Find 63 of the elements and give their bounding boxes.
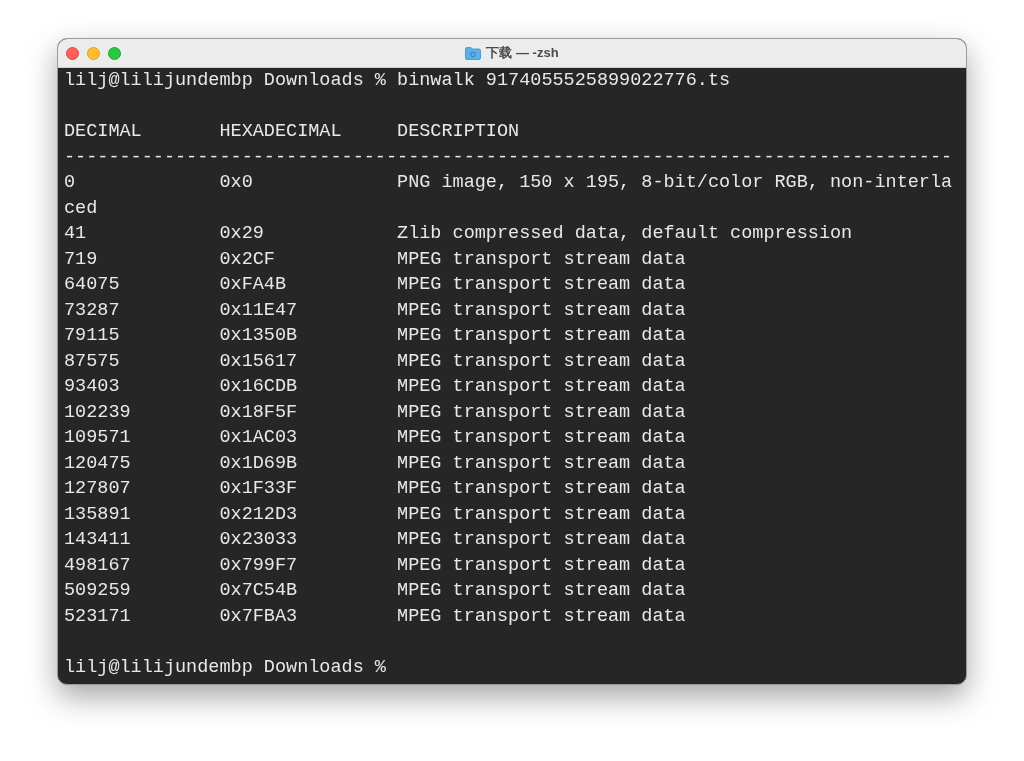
table-cell: 87575 bbox=[64, 350, 120, 372]
table-cell: HEXADECIMAL bbox=[219, 121, 342, 142]
table-cell: MPEG transport stream data bbox=[397, 299, 686, 321]
table-cell: 0x2CF bbox=[219, 248, 275, 270]
table-cell: PNG image, 150 x 195, 8-bit/color RGB, non-interla bbox=[397, 172, 953, 193]
table-cell: 0x799F7 bbox=[219, 554, 298, 576]
table-cell: 41 bbox=[64, 223, 87, 244]
table-cell: 0x29 bbox=[219, 223, 264, 244]
table-cell: 79115 bbox=[64, 325, 120, 346]
table-cell: 509259 bbox=[64, 580, 131, 601]
table-cell: 0x212D3 bbox=[219, 503, 298, 525]
table-cell: 102239 bbox=[64, 401, 131, 423]
table-cell: 143411 bbox=[64, 529, 131, 550]
table-cell: MPEG transport stream data bbox=[397, 325, 686, 346]
table-cell: MPEG transport stream data bbox=[397, 554, 686, 576]
table-cell: MPEG transport stream data bbox=[397, 401, 686, 423]
table-cell: 135891 bbox=[64, 503, 131, 525]
table-cell: 0 bbox=[64, 172, 76, 193]
window-title: 下载 — -zsh bbox=[486, 44, 559, 63]
table-cell: 0x11E47 bbox=[219, 299, 298, 321]
table-cell: MPEG transport stream data bbox=[397, 248, 686, 270]
table-cell: 0x1D69B bbox=[219, 452, 298, 474]
close-button[interactable] bbox=[66, 47, 79, 60]
table-cell: 93403 bbox=[64, 376, 120, 397]
table-cell: 0xFA4B bbox=[219, 274, 287, 295]
table-cell: MPEG transport stream data bbox=[397, 427, 686, 448]
table-cell: 498167 bbox=[64, 554, 131, 576]
table-cell: Zlib compressed data, default compression bbox=[397, 223, 853, 244]
terminal-line: -------------------------------------------------------------------------------- bbox=[64, 145, 953, 170]
table-cell: MPEG transport stream data bbox=[397, 605, 686, 627]
table-cell: MPEG transport stream data bbox=[397, 452, 686, 474]
zoom-button[interactable] bbox=[108, 47, 121, 60]
minimize-button[interactable] bbox=[87, 47, 100, 60]
table-cell: 0x7C54B bbox=[219, 580, 298, 601]
table-cell: MPEG transport stream data bbox=[397, 478, 686, 499]
terminal-line: ced bbox=[64, 196, 98, 221]
table-cell: MPEG transport stream data bbox=[397, 376, 686, 397]
table-cell: 0x1350B bbox=[219, 325, 298, 346]
table-cell: 0x7FBA3 bbox=[219, 605, 298, 627]
table-cell: 0x15617 bbox=[219, 350, 298, 372]
terminal-line: lilj@lilijundembp Downloads % binwalk 9174055525899022776.ts bbox=[64, 69, 731, 93]
table-cell: DECIMAL bbox=[64, 121, 142, 142]
table-cell: 0x1AC03 bbox=[219, 427, 298, 448]
folder-icon bbox=[465, 46, 482, 60]
terminal-line: lilj@lilijundembp Downloads % bbox=[64, 655, 386, 680]
table-cell: DESCRIPTION bbox=[397, 121, 520, 142]
table-cell: 523171 bbox=[64, 605, 131, 627]
table-cell: 127807 bbox=[64, 478, 131, 499]
table-cell: MPEG transport stream data bbox=[397, 503, 686, 525]
table-cell: 0x1F33F bbox=[219, 478, 298, 499]
table-cell: 0x23033 bbox=[219, 529, 298, 550]
table-cell: 0x16CDB bbox=[219, 376, 298, 397]
table-cell: MPEG transport stream data bbox=[397, 529, 686, 550]
table-cell: MPEG transport stream data bbox=[397, 350, 686, 372]
table-cell: MPEG transport stream data bbox=[397, 274, 686, 295]
table-cell: 0x18F5F bbox=[219, 401, 298, 423]
table-cell: 109571 bbox=[64, 427, 131, 448]
table-cell: 0x0 bbox=[219, 172, 253, 193]
table-cell: MPEG transport stream data bbox=[397, 580, 686, 601]
table-cell: 120475 bbox=[64, 452, 131, 474]
table-cell: 719 bbox=[64, 248, 98, 270]
table-cell: 73287 bbox=[64, 299, 120, 321]
table-cell: 64075 bbox=[64, 274, 120, 295]
